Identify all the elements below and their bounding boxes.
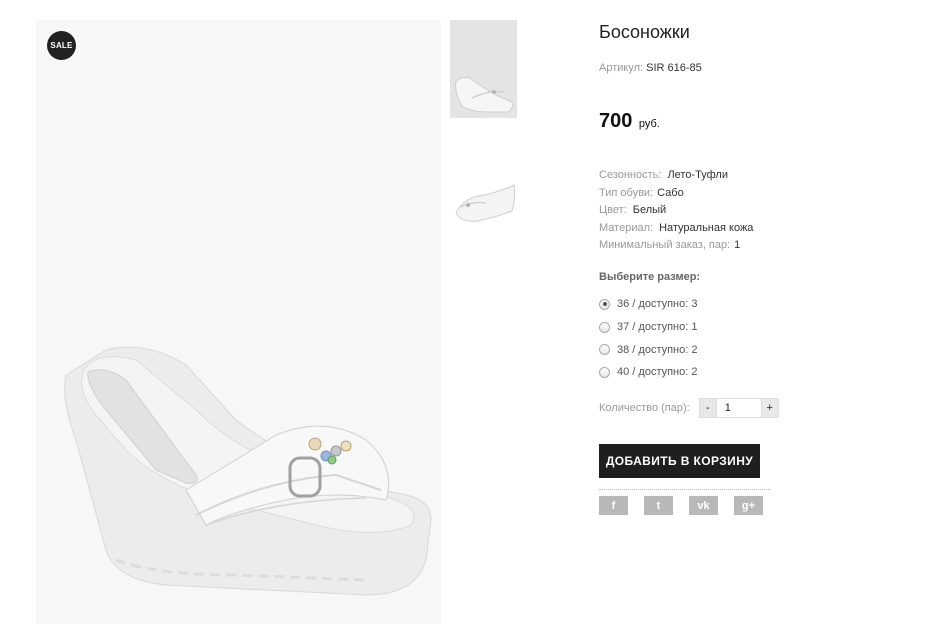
quantity-plus-button[interactable]: + [760, 398, 779, 418]
radio-icon[interactable] [599, 344, 610, 356]
quantity-stepper: Количество (пар): - + [599, 398, 779, 418]
property-value: Белый [632, 204, 667, 217]
property-key: Материал: [599, 221, 654, 234]
radio-icon[interactable] [599, 321, 610, 333]
twitter-icon[interactable]: t [644, 496, 673, 515]
size-option-label: 37 / доступно: 1 [617, 321, 698, 334]
property-key: Минимальный заказ, пар: [599, 239, 731, 252]
size-option-label: 40 / доступно: 2 [617, 366, 698, 379]
social-share: f t vk g+ [599, 496, 779, 515]
property-row: Материал: Натуральная кожа [599, 220, 753, 238]
product-page: SALE Босоножки Артикул: SIR 616-85 700 р… [0, 0, 943, 624]
sku-line: Артикул: SIR 616-85 [599, 62, 702, 74]
thumbnail-sandal-side-icon [455, 184, 516, 222]
thumbnail-1[interactable] [450, 20, 517, 118]
size-option-38[interactable]: 38 / доступно: 2 [599, 338, 697, 361]
size-option-37[interactable]: 37 / доступно: 1 [599, 316, 697, 339]
size-option-40[interactable]: 40 / доступно: 2 [599, 361, 697, 384]
sku-value: SIR 616-85 [646, 62, 702, 74]
add-to-cart-button[interactable]: ДОБАВИТЬ В КОРЗИНУ [599, 444, 760, 478]
vk-icon[interactable]: vk [689, 496, 718, 515]
google-plus-icon[interactable]: g+ [734, 496, 763, 515]
size-option-36[interactable]: 36 / доступно: 3 [599, 293, 697, 316]
price: 700 руб. [599, 110, 660, 133]
facebook-icon[interactable]: f [599, 496, 628, 515]
quantity-input[interactable] [716, 398, 761, 418]
property-value: Натуральная кожа [659, 221, 754, 234]
quantity-minus-button[interactable]: - [698, 398, 717, 418]
price-currency: руб. [638, 118, 660, 130]
property-value: Лето-Туфли [667, 169, 728, 181]
property-value: 1 [734, 239, 741, 252]
product-title: Босоножки [599, 22, 690, 42]
divider [599, 489, 771, 490]
product-properties: Сезонность: Лето-Туфли Тип обуви: Сабо Цве… [599, 167, 753, 255]
radio-icon[interactable] [599, 366, 610, 378]
property-key: Цвет: [599, 204, 627, 217]
quantity-label: Количество (пар): [599, 402, 690, 414]
size-option-label: 36 / доступно: 3 [617, 298, 698, 311]
property-key: Тип обуви: [599, 186, 654, 199]
size-options: 36 / доступно: 3 37 / доступно: 1 38 / д… [599, 293, 697, 384]
property-row: Тип обуви: Сабо [599, 185, 753, 203]
size-title: Выберите размер: [599, 271, 701, 283]
property-row: Цвет: Белый [599, 202, 753, 220]
property-key: Сезонность: [599, 169, 662, 181]
thumbnail-2[interactable] [450, 155, 517, 253]
property-row: Минимальный заказ, пар: 1 [599, 237, 753, 255]
sandal-image [64, 346, 432, 596]
property-value: Сабо [657, 186, 684, 199]
main-product-image[interactable]: SALE [36, 20, 441, 624]
thumbnail-sandal-icon [455, 77, 513, 113]
sale-badge: SALE [47, 31, 76, 60]
property-row: Сезонность: Лето-Туфли [599, 167, 753, 185]
radio-checked-icon[interactable] [599, 298, 610, 310]
price-amount: 700 [599, 110, 633, 132]
size-option-label: 38 / доступно: 2 [617, 343, 698, 356]
sku-label: Артикул: [599, 62, 644, 74]
